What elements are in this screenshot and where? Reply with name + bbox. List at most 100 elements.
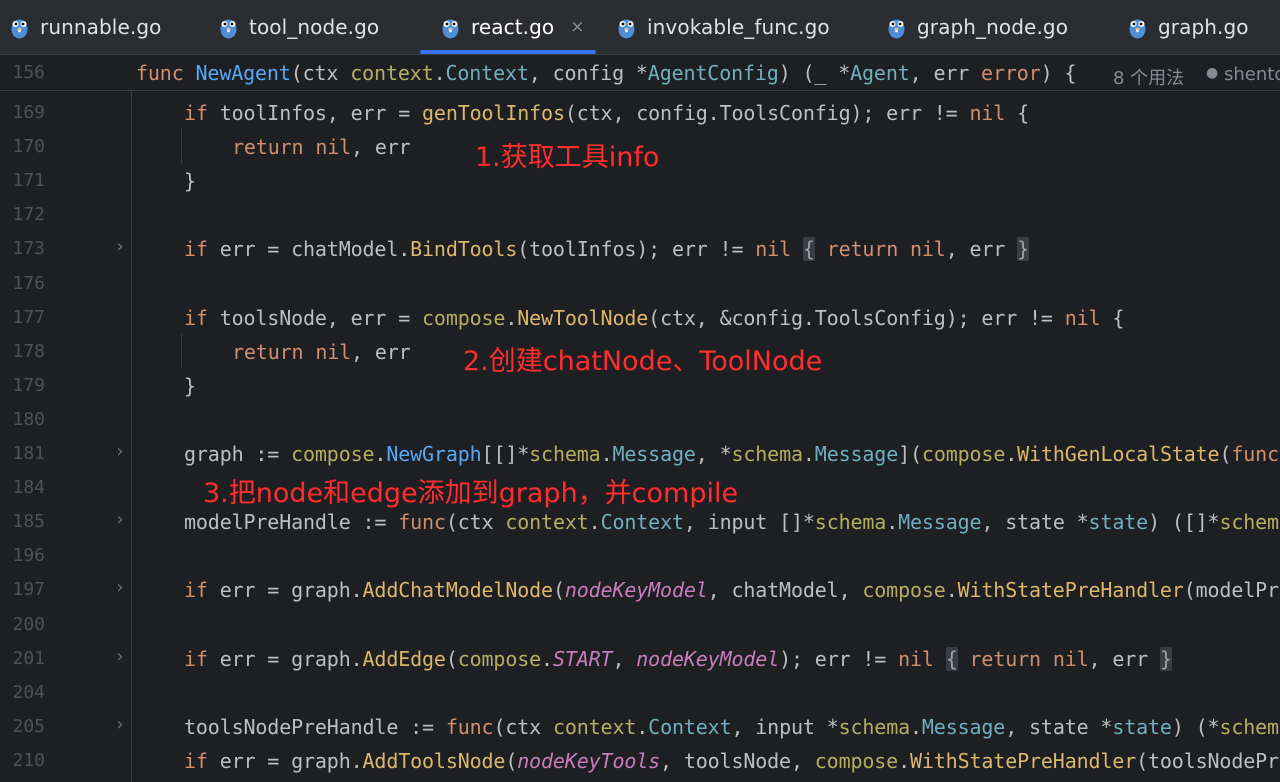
code-token: return xyxy=(969,646,1053,671)
code-token: compose xyxy=(862,578,946,603)
line-number[interactable]: 210 xyxy=(0,750,45,771)
line-number[interactable]: 180 xyxy=(0,409,45,430)
line-number[interactable]: 196 xyxy=(0,545,45,566)
line-number[interactable]: 169 xyxy=(0,102,45,123)
folded-block-marker[interactable]: { xyxy=(802,237,815,262)
tab-graph-node-go[interactable]: graph_node.go xyxy=(887,0,1068,54)
line-number[interactable]: 201 xyxy=(0,648,45,669)
code-token: WithStatePreHandler xyxy=(909,748,1137,773)
tab-tool-node-go[interactable]: tool_node.go xyxy=(219,0,379,54)
line-number[interactable]: 184 xyxy=(0,477,45,498)
code-text: return nil, err xyxy=(232,340,411,364)
code-token: ( xyxy=(505,748,518,773)
code-line[interactable]: 205 › toolsNodePreHandle := func(ctx conte… xyxy=(0,709,1280,743)
line-number[interactable]: 177 xyxy=(0,307,45,328)
code-token: , err xyxy=(1088,646,1149,671)
code-token: Context xyxy=(648,714,732,739)
gopher-icon xyxy=(11,19,28,38)
line-number[interactable]: 178 xyxy=(0,341,45,362)
line-number[interactable]: 170 xyxy=(0,136,45,157)
fold-chevron-icon[interactable]: › xyxy=(112,714,128,735)
fold-chevron-icon[interactable]: › xyxy=(112,441,128,462)
code-token: . xyxy=(505,305,518,330)
code-token: schema xyxy=(838,714,911,739)
code-token: state xyxy=(1088,510,1149,535)
line-number[interactable]: 204 xyxy=(0,682,45,703)
annotation-step-3: 3.把node和edge添加到graph，并compile xyxy=(203,478,739,509)
line-number[interactable]: 181 xyxy=(0,443,45,464)
code-line[interactable]: 177 if toolsNode, err = compose.NewToolNo… xyxy=(0,300,1280,334)
author-hint: shentong xyxy=(1224,64,1280,85)
code-token: NewGraph xyxy=(386,442,482,466)
code-token: nil xyxy=(315,135,352,160)
code-line[interactable]: 173 › if err = chatModel.BindTools(toolInf… xyxy=(0,231,1280,265)
code-token: nil xyxy=(1064,305,1101,330)
close-icon[interactable]: × xyxy=(570,18,584,36)
tab-graph-go[interactable]: graph.go xyxy=(1128,0,1249,54)
code-line[interactable]: 196 xyxy=(0,538,1280,572)
code-token: compose xyxy=(422,305,506,330)
code-token: . xyxy=(945,578,958,603)
code-editor[interactable]: 169 if toolInfos, err = genToolInfos(ctx,… xyxy=(0,91,1280,782)
line-number[interactable]: 171 xyxy=(0,170,45,191)
code-line[interactable]: 181 › graph := compose.NewGraph[[]*schema.… xyxy=(0,436,1280,470)
code-token: if xyxy=(184,237,220,262)
code-token: (ctx, config.ToolsConfig); err != xyxy=(564,101,970,125)
code-line[interactable]: 176 xyxy=(0,266,1280,300)
usages-hint[interactable]: 8 个用法 xyxy=(1113,64,1184,90)
tab-label: graph.go xyxy=(1158,15,1249,39)
line-number[interactable]: 172 xyxy=(0,204,45,225)
code-text: if err = graph.AddEdge(compose.START, no… xyxy=(184,646,1172,671)
code-line[interactable]: 197 › if err = graph.AddChatModelNode(node… xyxy=(0,572,1280,606)
tab-label: runnable.go xyxy=(40,15,162,39)
ide-window: runnable.go tool_node.go react.go × invo… xyxy=(0,0,1280,782)
fold-chevron-icon[interactable]: › xyxy=(112,236,128,257)
line-number[interactable]: 173 xyxy=(0,238,45,259)
sticky-function-header[interactable]: 156 func NewAgent(ctx context.Context, c… xyxy=(0,55,1280,91)
folded-block-marker[interactable]: { xyxy=(945,646,958,671)
tab-react-go[interactable]: react.go × xyxy=(441,0,585,54)
code-line[interactable]: 172 xyxy=(0,197,1280,231)
code-token: schema xyxy=(1219,510,1280,535)
fold-chevron-icon[interactable]: › xyxy=(112,646,128,667)
fold-chevron-icon[interactable]: › xyxy=(112,509,128,530)
line-number: 156 xyxy=(12,62,45,83)
code-token: nil xyxy=(755,237,791,262)
code-line[interactable]: 169 if toolInfos, err = genToolInfos(ctx,… xyxy=(0,95,1280,129)
tab-invokable-func-go[interactable]: invokable_func.go xyxy=(617,0,830,54)
code-token: ) (* xyxy=(1171,714,1220,739)
line-number[interactable]: 176 xyxy=(0,273,45,294)
code-token: . xyxy=(600,442,613,466)
code-token: schema xyxy=(731,442,803,466)
code-line[interactable]: 180 xyxy=(0,402,1280,436)
code-token: NewToolNode xyxy=(517,305,649,330)
fold-chevron-icon[interactable]: › xyxy=(112,577,128,598)
code-line[interactable]: 201 › if err = graph.AddEdge(compose.START… xyxy=(0,641,1280,675)
code-token: , state * xyxy=(981,510,1089,535)
code-token: { xyxy=(1005,101,1029,125)
line-number[interactable]: 200 xyxy=(0,614,45,635)
line-number[interactable]: 197 xyxy=(0,579,45,600)
folded-block-marker[interactable]: } xyxy=(1017,237,1029,262)
code-token: err = graph. xyxy=(219,646,363,671)
gopher-icon xyxy=(1129,19,1146,38)
line-number[interactable]: 185 xyxy=(0,511,45,532)
code-token: . xyxy=(910,714,922,739)
code-token: (ctx xyxy=(290,61,351,85)
line-number[interactable]: 179 xyxy=(0,375,45,396)
folded-block-marker[interactable]: } xyxy=(1159,646,1172,671)
code-token: err = graph. xyxy=(219,748,363,773)
annotation-step-1: 1.获取工具info xyxy=(475,142,660,173)
line-number[interactable]: 205 xyxy=(0,716,45,737)
code-token: , state * xyxy=(1005,714,1113,739)
code-line[interactable]: 200 xyxy=(0,607,1280,641)
code-text: if err = chatModel.BindTools(toolInfos);… xyxy=(184,237,1029,262)
code-line[interactable]: 210 if err = graph.AddToolsNode(nodeKeyTo… xyxy=(0,743,1280,777)
code-token: . xyxy=(898,748,910,773)
code-line[interactable]: 204 xyxy=(0,675,1280,709)
tab-runnable-go[interactable]: runnable.go xyxy=(10,0,161,54)
code-token: BindTools xyxy=(410,237,518,262)
code-token: , xyxy=(612,646,637,671)
